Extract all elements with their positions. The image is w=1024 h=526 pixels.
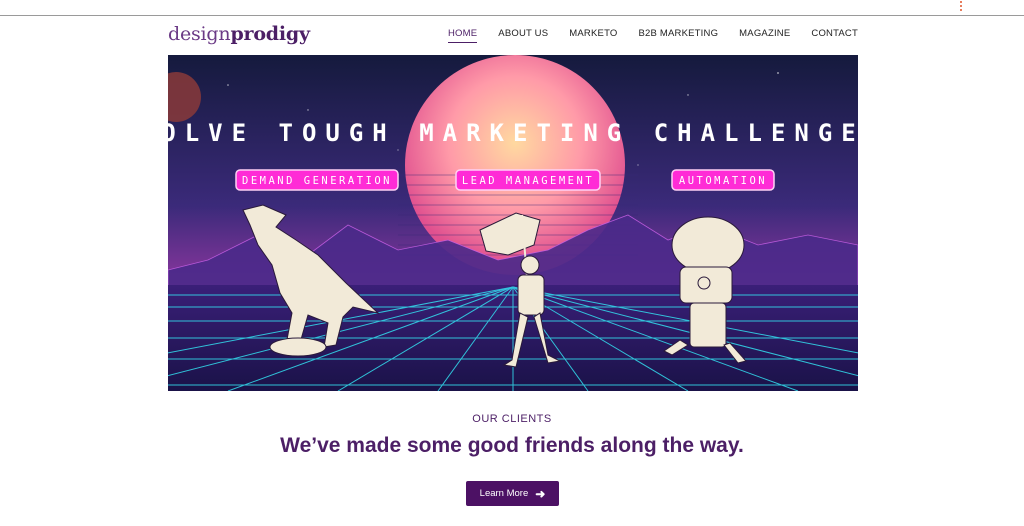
tag-lead-management[interactable]: LEAD MANAGEMENT [455, 169, 601, 191]
learn-more-button[interactable]: Learn More ➜ [466, 481, 559, 506]
clients-heading: We’ve made some good friends along the w… [280, 434, 744, 457]
tag-demand-generation[interactable]: DEMAND GENERATION [235, 169, 399, 191]
hero-headline: SOLVE TOUGH MARKETING CHALLENGES [168, 119, 858, 147]
nav-about-us[interactable]: ABOUT US [498, 28, 548, 43]
site-header: designprodigy HOME ABOUT US MARKETO B2B … [168, 20, 858, 50]
learn-more-label: Learn More [479, 488, 529, 499]
site-logo[interactable]: designprodigy [168, 23, 310, 45]
arrow-right-icon: ➜ [535, 486, 546, 501]
kebab-menu-icon[interactable] [959, 0, 963, 12]
tag-demand-generation-label: DEMAND GENERATION [242, 175, 392, 187]
nav-home[interactable]: HOME [447, 28, 478, 43]
logo-text-light: design [168, 23, 231, 45]
tag-lead-management-label: LEAD MANAGEMENT [462, 175, 594, 187]
nav-b2b-marketing[interactable]: B2B MARKETING [639, 28, 719, 43]
clients-label: OUR CLIENTS [472, 413, 552, 425]
nav-magazine[interactable]: MAGAZINE [739, 28, 790, 43]
top-divider [0, 15, 1024, 16]
hero-illustration: SOLVE TOUGH MARKETING CHALLENGES DEMAND … [168, 55, 858, 391]
tag-automation[interactable]: AUTOMATION [671, 169, 775, 191]
hero-banner: SOLVE TOUGH MARKETING CHALLENGES DEMAND … [168, 55, 858, 391]
nav-marketo[interactable]: MARKETO [569, 28, 617, 43]
tag-automation-label: AUTOMATION [679, 175, 767, 187]
logo-text-bold: prodigy [230, 23, 310, 45]
main-nav: HOME ABOUT US MARKETO B2B MARKETING MAGA… [427, 28, 858, 43]
nav-contact[interactable]: CONTACT [811, 28, 858, 43]
